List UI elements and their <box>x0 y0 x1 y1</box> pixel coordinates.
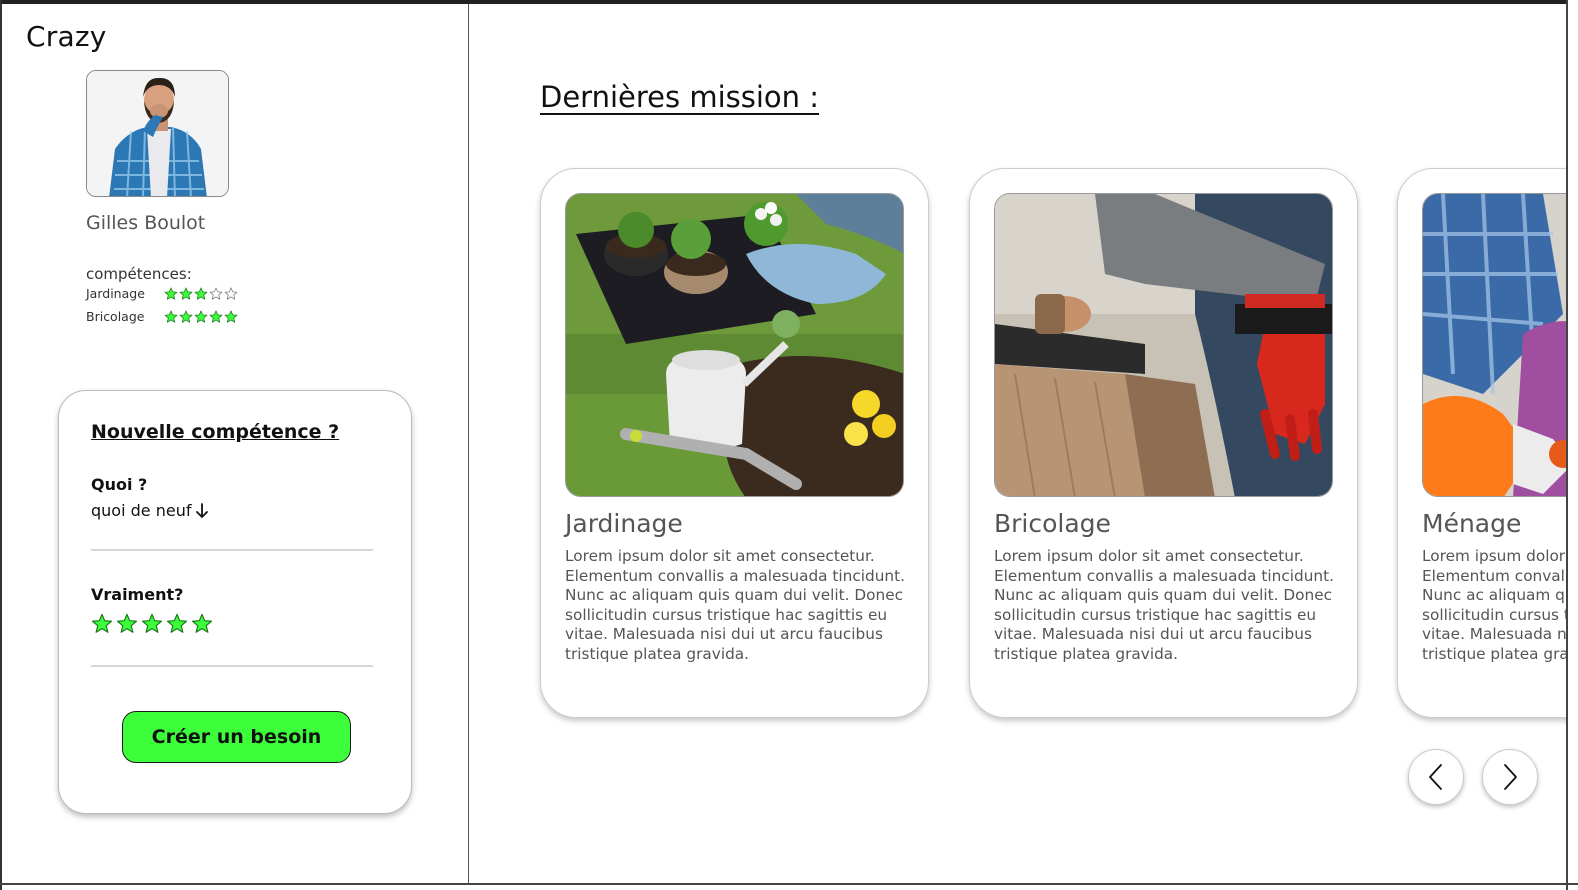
star-filled-icon <box>224 309 238 323</box>
carousel-prev-button[interactable] <box>1408 749 1464 805</box>
window-left-border <box>0 0 2 890</box>
mission-card-menage[interactable]: Ménage Lorem ipsum dolor sit amet consec… <box>1397 168 1566 718</box>
rating-input[interactable] <box>91 613 213 635</box>
what-label: Quoi ? <box>91 475 148 494</box>
star-filled-icon <box>164 309 178 323</box>
mission-image-cleaning <box>1422 193 1566 497</box>
app-brand: Crazy <box>26 20 107 53</box>
divider <box>91 665 373 667</box>
mission-description: Lorem ipsum dolor sit amet consectetur. … <box>994 547 1334 663</box>
window-bottom-border <box>0 883 1578 885</box>
chevron-right-icon <box>1504 764 1517 790</box>
skill-label: Jardinage <box>86 286 145 301</box>
star-filled-icon <box>179 309 193 323</box>
skill-rating <box>164 286 238 301</box>
user-name: Gilles Boulot <box>86 212 206 234</box>
carousel-next-button[interactable] <box>1482 749 1538 805</box>
star-filled-icon[interactable] <box>91 613 113 635</box>
sidebar: Crazy Gilles Boulot compétences: Jardina… <box>2 4 469 883</box>
mission-image-diy <box>994 193 1333 497</box>
mission-title: Jardinage <box>565 509 683 538</box>
mission-card-bricolage[interactable]: Bricolage Lorem ipsum dolor sit amet con… <box>969 168 1358 718</box>
section-title: Dernières mission : <box>540 80 820 114</box>
rating-label: Vraiment? <box>91 585 184 604</box>
main-content: Dernières mission : Jardinage Lorem ipsu… <box>470 4 1566 883</box>
star-filled-icon <box>209 309 223 323</box>
star-empty-icon <box>209 286 223 300</box>
what-select-value: quoi de neuf <box>91 501 192 520</box>
chevron-left-icon <box>1429 764 1442 790</box>
skill-label: Bricolage <box>86 309 145 324</box>
what-select[interactable]: quoi de neuf <box>91 501 209 520</box>
mission-title: Bricolage <box>994 509 1111 538</box>
mission-description: Lorem ipsum dolor sit amet consectetur. … <box>1422 547 1566 663</box>
star-filled-icon[interactable] <box>141 613 163 635</box>
star-filled-icon[interactable] <box>116 613 138 635</box>
star-filled-icon <box>194 286 208 300</box>
skill-row-jardinage: Jardinage <box>86 286 238 301</box>
star-filled-icon[interactable] <box>191 613 213 635</box>
arrow-down-icon <box>196 502 209 518</box>
mission-image-gardening <box>565 193 904 497</box>
mission-title: Ménage <box>1422 509 1522 538</box>
star-filled-icon <box>194 309 208 323</box>
avatar <box>86 70 229 197</box>
skill-rating <box>164 309 238 324</box>
star-filled-icon[interactable] <box>166 613 188 635</box>
skills-title: compétences: <box>86 265 192 283</box>
create-need-button[interactable]: Créer un besoin <box>122 711 351 763</box>
window-outer-margin <box>1568 0 1578 890</box>
mission-card-jardinage[interactable]: Jardinage Lorem ipsum dolor sit amet con… <box>540 168 929 718</box>
divider <box>91 549 373 551</box>
skill-row-bricolage: Bricolage <box>86 309 238 324</box>
star-empty-icon <box>224 286 238 300</box>
new-skill-card: Nouvelle compétence ? Quoi ? quoi de neu… <box>58 390 412 814</box>
new-skill-heading: Nouvelle compétence ? <box>91 421 340 443</box>
star-filled-icon <box>179 286 193 300</box>
star-filled-icon <box>164 286 178 300</box>
mission-description: Lorem ipsum dolor sit amet consectetur. … <box>565 547 905 663</box>
